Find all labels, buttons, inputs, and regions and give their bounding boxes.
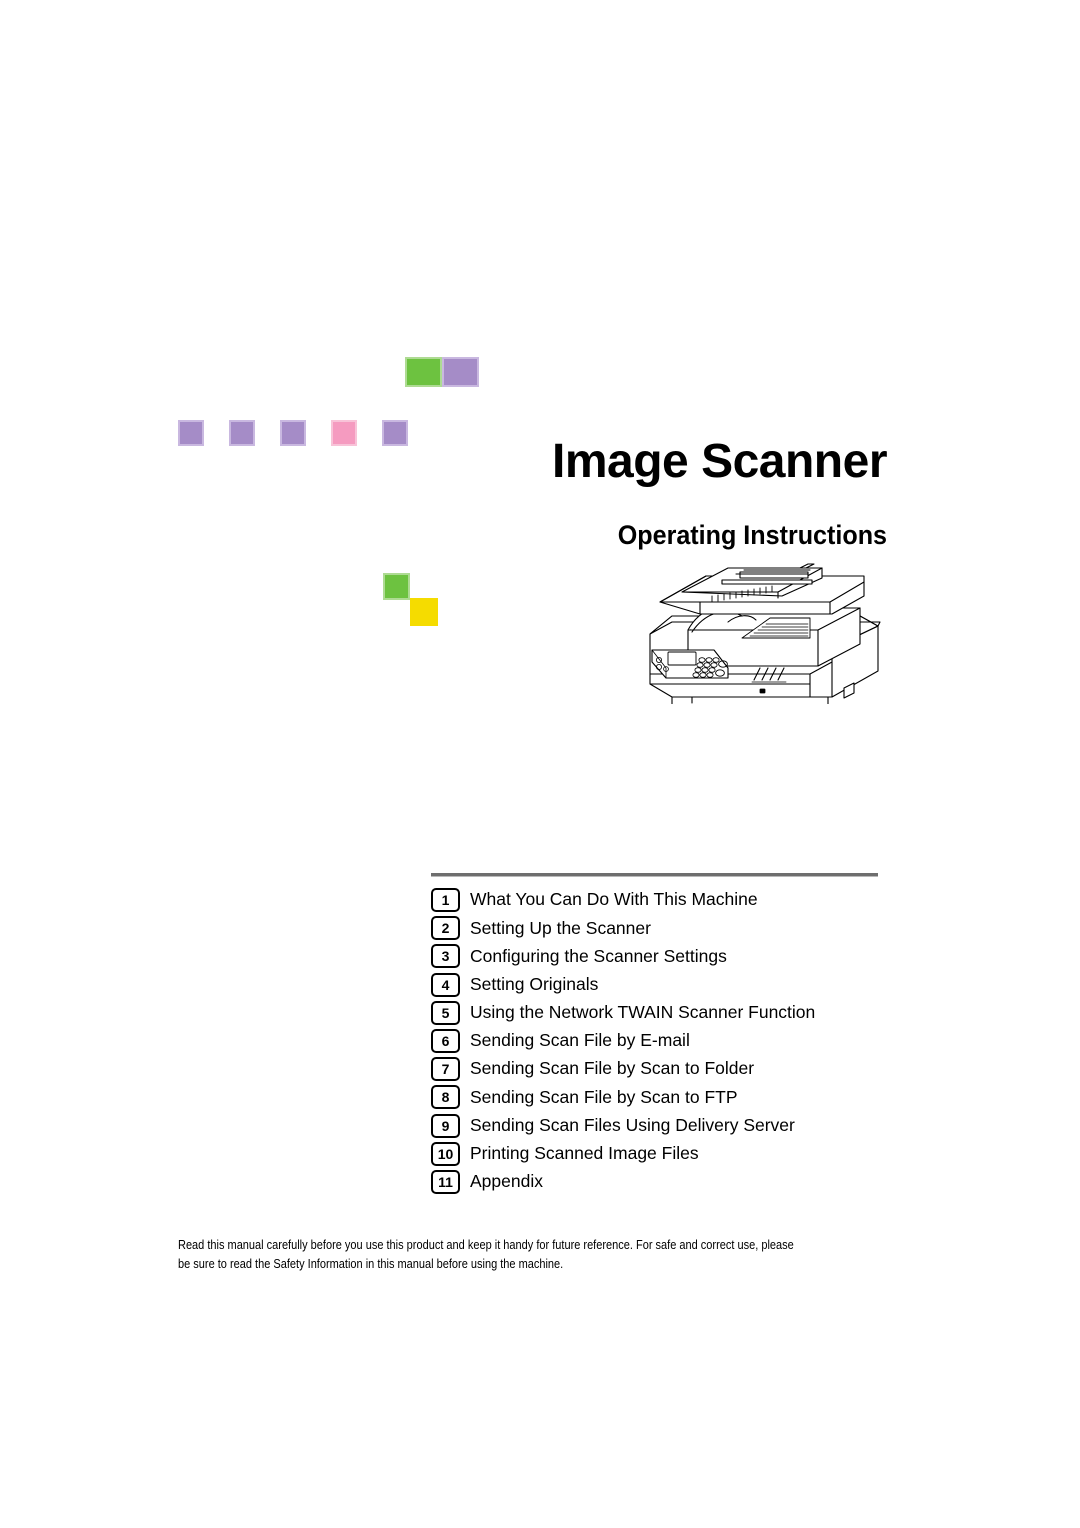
decor-square-green-lower <box>383 573 410 600</box>
decor-square-pair-top <box>405 357 479 387</box>
chapter-number-badge: 4 <box>431 972 460 997</box>
chapter-item-3[interactable]: 3 Configuring the Scanner Settings <box>431 942 891 970</box>
chapter-label: Sending Scan Files Using Delivery Server <box>470 1114 795 1135</box>
chapter-number-badge: 3 <box>431 944 460 969</box>
chapter-item-8[interactable]: 8 Sending Scan File by Scan to FTP <box>431 1083 891 1111</box>
chapter-label: Printing Scanned Image Files <box>470 1143 699 1164</box>
chapter-label: Setting Originals <box>470 973 599 994</box>
chapter-label: Setting Up the Scanner <box>470 917 651 938</box>
page-title: Image Scanner <box>552 435 887 489</box>
safety-note: Read this manual carefully before you us… <box>178 1237 794 1271</box>
chapter-item-2[interactable]: 2 Setting Up the Scanner <box>431 914 891 942</box>
chapter-item-11[interactable]: 11 Appendix <box>431 1168 891 1196</box>
chapter-item-7[interactable]: 7 Sending Scan File by Scan to Folder <box>431 1055 891 1083</box>
chapter-number-badge: 8 <box>431 1085 460 1110</box>
chapter-list-divider <box>431 873 878 877</box>
chapter-item-9[interactable]: 9 Sending Scan Files Using Delivery Serv… <box>431 1112 891 1140</box>
chapter-number-badge: 6 <box>431 1029 460 1054</box>
chapter-list: 1 What You Can Do With This Machine 2 Se… <box>431 886 891 1196</box>
chapter-label: Sending Scan File by Scan to Folder <box>470 1058 755 1079</box>
chapter-label: Using the Network TWAIN Scanner Function <box>470 1002 816 1023</box>
chapter-number-badge: 10 <box>431 1141 460 1166</box>
chapter-item-4[interactable]: 4 Setting Originals <box>431 971 891 999</box>
chapter-label: Sending Scan File by E-mail <box>470 1030 690 1051</box>
chapter-number-badge: 2 <box>431 916 460 941</box>
chapter-item-6[interactable]: 6 Sending Scan File by E-mail <box>431 1027 891 1055</box>
decor-square-yellow <box>410 598 438 626</box>
multifunction-scanner-illustration <box>632 556 897 704</box>
chapter-number-badge: 1 <box>431 888 460 913</box>
chapter-label: Configuring the Scanner Settings <box>470 945 727 966</box>
chapter-item-5[interactable]: 5 Using the Network TWAIN Scanner Functi… <box>431 999 891 1027</box>
chapter-number-badge: 5 <box>431 1000 460 1025</box>
chapter-number-badge: 11 <box>431 1169 460 1194</box>
chapter-label: Sending Scan File by Scan to FTP <box>470 1086 738 1107</box>
page-subtitle: Operating Instructions <box>617 520 887 551</box>
chapter-item-1[interactable]: 1 What You Can Do With This Machine <box>431 886 891 914</box>
chapter-label: What You Can Do With This Machine <box>470 889 758 910</box>
decor-square-green <box>405 357 442 387</box>
chapter-number-badge: 7 <box>431 1057 460 1082</box>
chapter-label: Appendix <box>470 1171 543 1192</box>
chapter-item-10[interactable]: 10 Printing Scanned Image Files <box>431 1140 891 1168</box>
decor-square-purple <box>442 357 479 387</box>
chapter-number-badge: 9 <box>431 1113 460 1138</box>
